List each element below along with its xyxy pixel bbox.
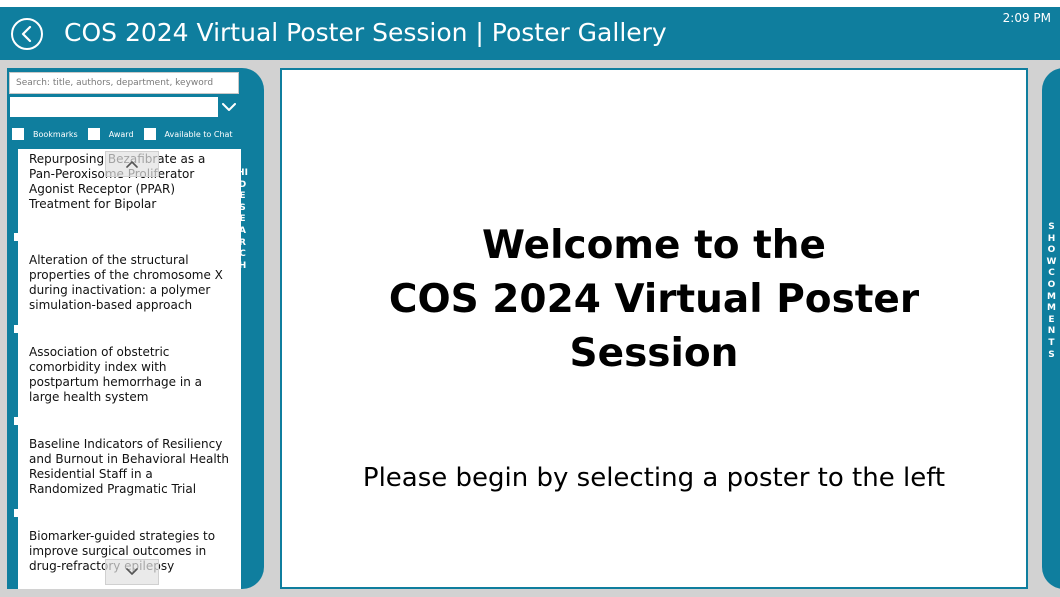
award-checkbox[interactable]: [87, 128, 100, 140]
main-panel: Welcome to the COS 2024 Virtual Poster S…: [280, 68, 1028, 589]
app-header: COS 2024 Virtual Poster Session | Poster…: [0, 7, 1060, 60]
poster-list[interactable]: Repurposing Bezafibrate as a Pan-Peroxis…: [14, 149, 241, 589]
available-to-chat-checkbox[interactable]: [143, 128, 156, 140]
welcome-line-3: Session: [569, 331, 739, 376]
poster-title: Alteration of the structural properties …: [29, 253, 223, 312]
category-dropdown[interactable]: [9, 96, 241, 118]
scroll-up-button[interactable]: [105, 151, 159, 177]
welcome-line-1: Welcome to the: [482, 223, 826, 268]
item-accent-bar: [14, 149, 18, 233]
filter-bookmarks[interactable]: Bookmarks: [12, 128, 78, 140]
chevron-up-icon: [126, 161, 138, 168]
dropdown-toggle[interactable]: [218, 97, 240, 117]
filter-row: Bookmarks Award Available to Chat: [12, 125, 242, 143]
filter-award[interactable]: Award: [87, 128, 134, 140]
bookmarks-label: Bookmarks: [33, 129, 78, 139]
welcome-instructions: Please begin by selecting a poster to th…: [362, 463, 946, 493]
hide-search-button[interactable]: HIDE SEARCH: [237, 168, 248, 272]
scroll-down-button[interactable]: [105, 559, 159, 585]
clock-time: 2:09 PM: [1002, 11, 1051, 25]
item-accent-bar: [14, 333, 18, 417]
back-button[interactable]: [11, 18, 43, 50]
chevron-down-icon: [126, 568, 138, 575]
welcome-heading: Welcome to the COS 2024 Virtual Poster S…: [282, 219, 1026, 381]
item-accent-bar: [14, 425, 18, 509]
filter-available-to-chat[interactable]: Available to Chat: [143, 128, 233, 140]
poster-list-item[interactable]: Baseline Indicators of Resiliency and Bu…: [14, 425, 241, 509]
poster-title: Baseline Indicators of Resiliency and Bu…: [29, 437, 229, 496]
show-comments-button[interactable]: SHOW COMMENTS: [1046, 222, 1057, 361]
chevron-down-icon: [222, 102, 236, 111]
welcome-line-2: COS 2024 Virtual Poster: [388, 277, 920, 322]
available-to-chat-label: Available to Chat: [164, 129, 233, 139]
poster-list-item[interactable]: Alteration of the structural properties …: [14, 241, 241, 325]
item-accent-bar: [14, 517, 18, 589]
page-title: COS 2024 Virtual Poster Session | Poster…: [64, 18, 667, 47]
search-input[interactable]: [9, 72, 239, 94]
search-sidebar: Bookmarks Award Available to Chat Repurp…: [7, 68, 264, 589]
poster-title: Association of obstetric comorbidity ind…: [29, 345, 202, 404]
poster-list-item[interactable]: Association of obstetric comorbidity ind…: [14, 333, 241, 417]
bookmarks-checkbox[interactable]: [12, 128, 24, 140]
chevron-left-icon: [21, 26, 32, 42]
welcome-panel: Welcome to the COS 2024 Virtual Poster S…: [282, 70, 1026, 587]
item-accent-bar: [14, 241, 18, 325]
award-label: Award: [108, 129, 134, 139]
top-strip: [0, 0, 1060, 7]
